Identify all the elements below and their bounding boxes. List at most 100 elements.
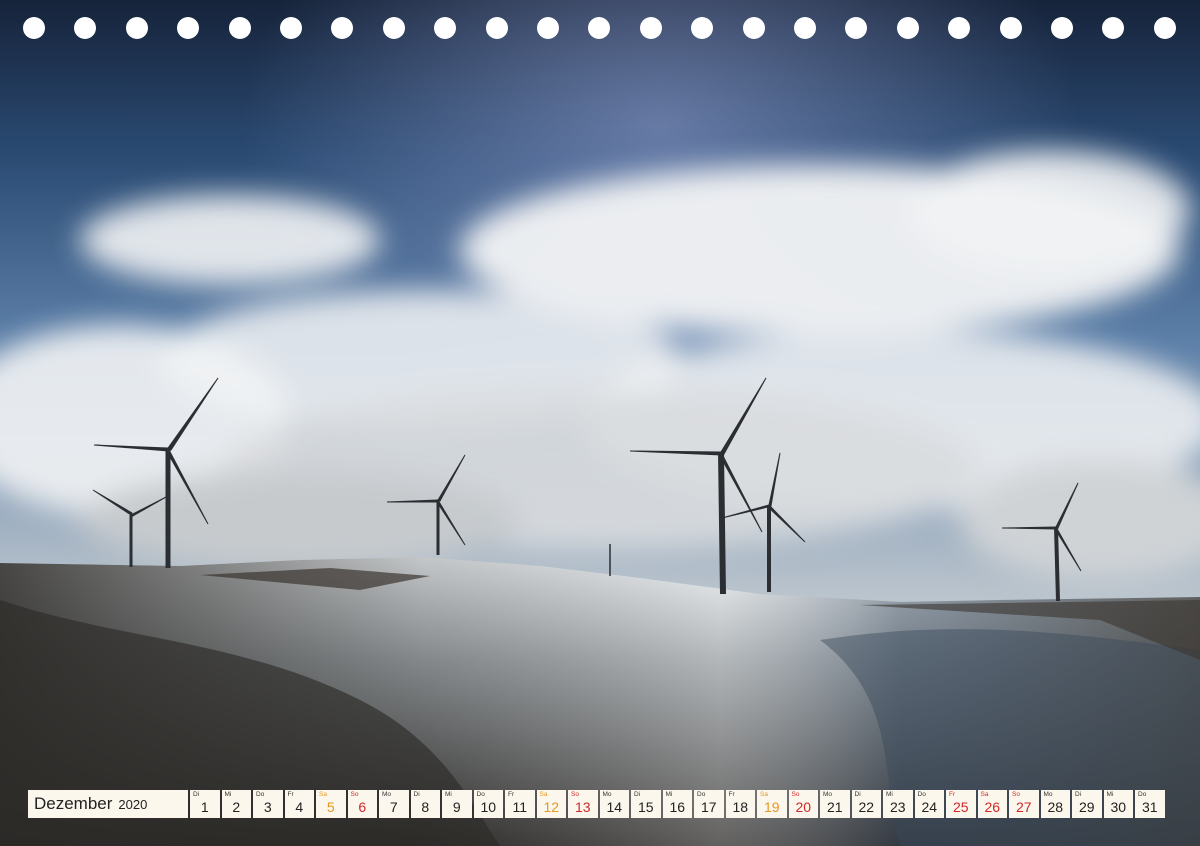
binding-hole xyxy=(845,17,868,39)
day-cell: So 13 xyxy=(568,790,598,818)
weekday-label: Fr xyxy=(508,791,515,798)
day-number: 5 xyxy=(326,799,335,815)
binding-hole xyxy=(177,17,200,39)
day-number: 27 xyxy=(1015,799,1032,815)
binding-hole xyxy=(896,17,919,39)
day-number: 14 xyxy=(606,799,623,815)
weekday-label: So xyxy=(791,791,800,798)
day-number: 24 xyxy=(921,799,938,815)
month-label-box: Dezember 2020 xyxy=(28,790,188,818)
weekday-label: Mo xyxy=(382,791,392,798)
weekday-label: Mi xyxy=(445,791,452,798)
day-number: 19 xyxy=(763,799,780,815)
day-cell: Mi 30 xyxy=(1103,790,1133,818)
weekday-label: Mo xyxy=(1043,791,1053,798)
day-cell: Sa 26 xyxy=(977,790,1007,818)
weekday-label: Mo xyxy=(602,791,612,798)
binding-hole xyxy=(23,17,45,39)
day-cell: Fr 4 xyxy=(284,790,314,818)
day-number: 26 xyxy=(984,799,1001,815)
binding-hole xyxy=(331,17,354,39)
day-cell: Di 15 xyxy=(631,790,661,818)
day-cell: Mo 14 xyxy=(599,790,629,818)
binding-hole xyxy=(794,17,816,39)
day-cell: So 20 xyxy=(788,790,818,818)
weekday-label: Do xyxy=(917,791,926,798)
day-cell: Mi 23 xyxy=(883,790,913,818)
day-number: 22 xyxy=(858,799,875,815)
day-cell: Di 8 xyxy=(410,790,440,818)
day-number: 9 xyxy=(452,799,461,815)
binding-hole xyxy=(588,17,611,39)
day-number: 20 xyxy=(795,799,812,815)
day-cell: Mi 9 xyxy=(442,790,472,818)
day-cell: So 6 xyxy=(347,790,377,818)
day-number: 29 xyxy=(1078,799,1095,815)
weekday-label: So xyxy=(350,791,359,798)
weekday-label: Sa xyxy=(760,791,768,798)
binding-hole xyxy=(742,17,765,39)
day-number: 18 xyxy=(732,799,749,815)
day-number: 23 xyxy=(889,799,906,815)
day-cell: Di 1 xyxy=(190,790,220,818)
day-cell: Do 31 xyxy=(1135,790,1165,818)
binding-hole xyxy=(125,17,148,39)
day-cell: Di 29 xyxy=(1072,790,1102,818)
binding-hole xyxy=(434,17,457,39)
binding-hole xyxy=(948,17,971,39)
day-number: 8 xyxy=(421,799,430,815)
day-cell: Do 10 xyxy=(473,790,503,818)
weekday-label: Do xyxy=(256,791,265,798)
day-cell: Mi 2 xyxy=(221,790,251,818)
calendar-page: Dezember 2020 Di 1 Mi 2 Do 3 Fr 4 Sa 5 So 6 Mo 7 Di 8 Mi… xyxy=(0,0,1200,846)
spiral-binding-holes xyxy=(0,0,1200,56)
day-number: 4 xyxy=(295,799,304,815)
weekday-label: Sa xyxy=(980,791,989,798)
day-cell: Sa 5 xyxy=(316,790,346,818)
day-cell: Fr 25 xyxy=(946,790,976,818)
calendar-strip: Dezember 2020 Di 1 Mi 2 Do 3 Fr 4 Sa 5 So 6 Mo 7 Di 8 Mi… xyxy=(28,790,1167,818)
wind-turbine-photo xyxy=(0,0,1200,846)
weekday-label: Do xyxy=(1138,791,1147,798)
binding-hole xyxy=(228,17,251,39)
binding-hole xyxy=(639,17,662,39)
weekday-label: Fr xyxy=(949,791,956,798)
binding-hole xyxy=(1102,17,1125,39)
binding-hole xyxy=(1153,17,1176,39)
binding-hole xyxy=(691,17,714,39)
day-number: 13 xyxy=(574,799,591,815)
day-cell: Di 22 xyxy=(851,790,881,818)
day-number: 3 xyxy=(263,799,272,815)
day-number: 16 xyxy=(669,799,686,815)
day-cells: Di 1 Mi 2 Do 3 Fr 4 Sa 5 So 6 Mo 7 Di 8 Mi 9 Do 10 Fr 11 Sa 12 S… xyxy=(190,790,1167,818)
day-cell: Mi 16 xyxy=(662,790,692,818)
month-name: Dezember xyxy=(34,794,113,813)
weekday-label: Mo xyxy=(823,791,833,798)
day-number: 7 xyxy=(389,799,398,815)
day-cell: Mo 28 xyxy=(1040,790,1070,818)
day-number: 28 xyxy=(1047,799,1064,815)
day-number: 2 xyxy=(232,799,241,815)
weekday-label: Mi xyxy=(1106,791,1114,798)
day-number: 12 xyxy=(543,799,560,815)
day-number: 6 xyxy=(358,799,367,815)
binding-hole xyxy=(999,17,1022,39)
weekday-label: Do xyxy=(476,791,485,798)
weekday-label: Mi xyxy=(224,791,232,798)
day-number: 30 xyxy=(1110,799,1127,815)
weekday-label: Di xyxy=(634,791,641,798)
day-cell: Fr 11 xyxy=(505,790,535,818)
day-number: 17 xyxy=(700,799,717,815)
day-number: 1 xyxy=(200,799,209,815)
binding-hole xyxy=(382,17,405,39)
weekday-label: Di xyxy=(193,791,200,798)
weekday-label: So xyxy=(571,791,579,798)
day-cell: Sa 12 xyxy=(536,790,566,818)
day-cell: Fr 18 xyxy=(725,790,755,818)
weekday-label: Di xyxy=(854,791,861,798)
weekday-label: So xyxy=(1012,791,1020,798)
year-label: 2020 xyxy=(118,796,148,812)
day-number: 11 xyxy=(512,799,528,815)
binding-hole xyxy=(537,17,559,39)
day-cell: Mo 21 xyxy=(820,790,850,818)
